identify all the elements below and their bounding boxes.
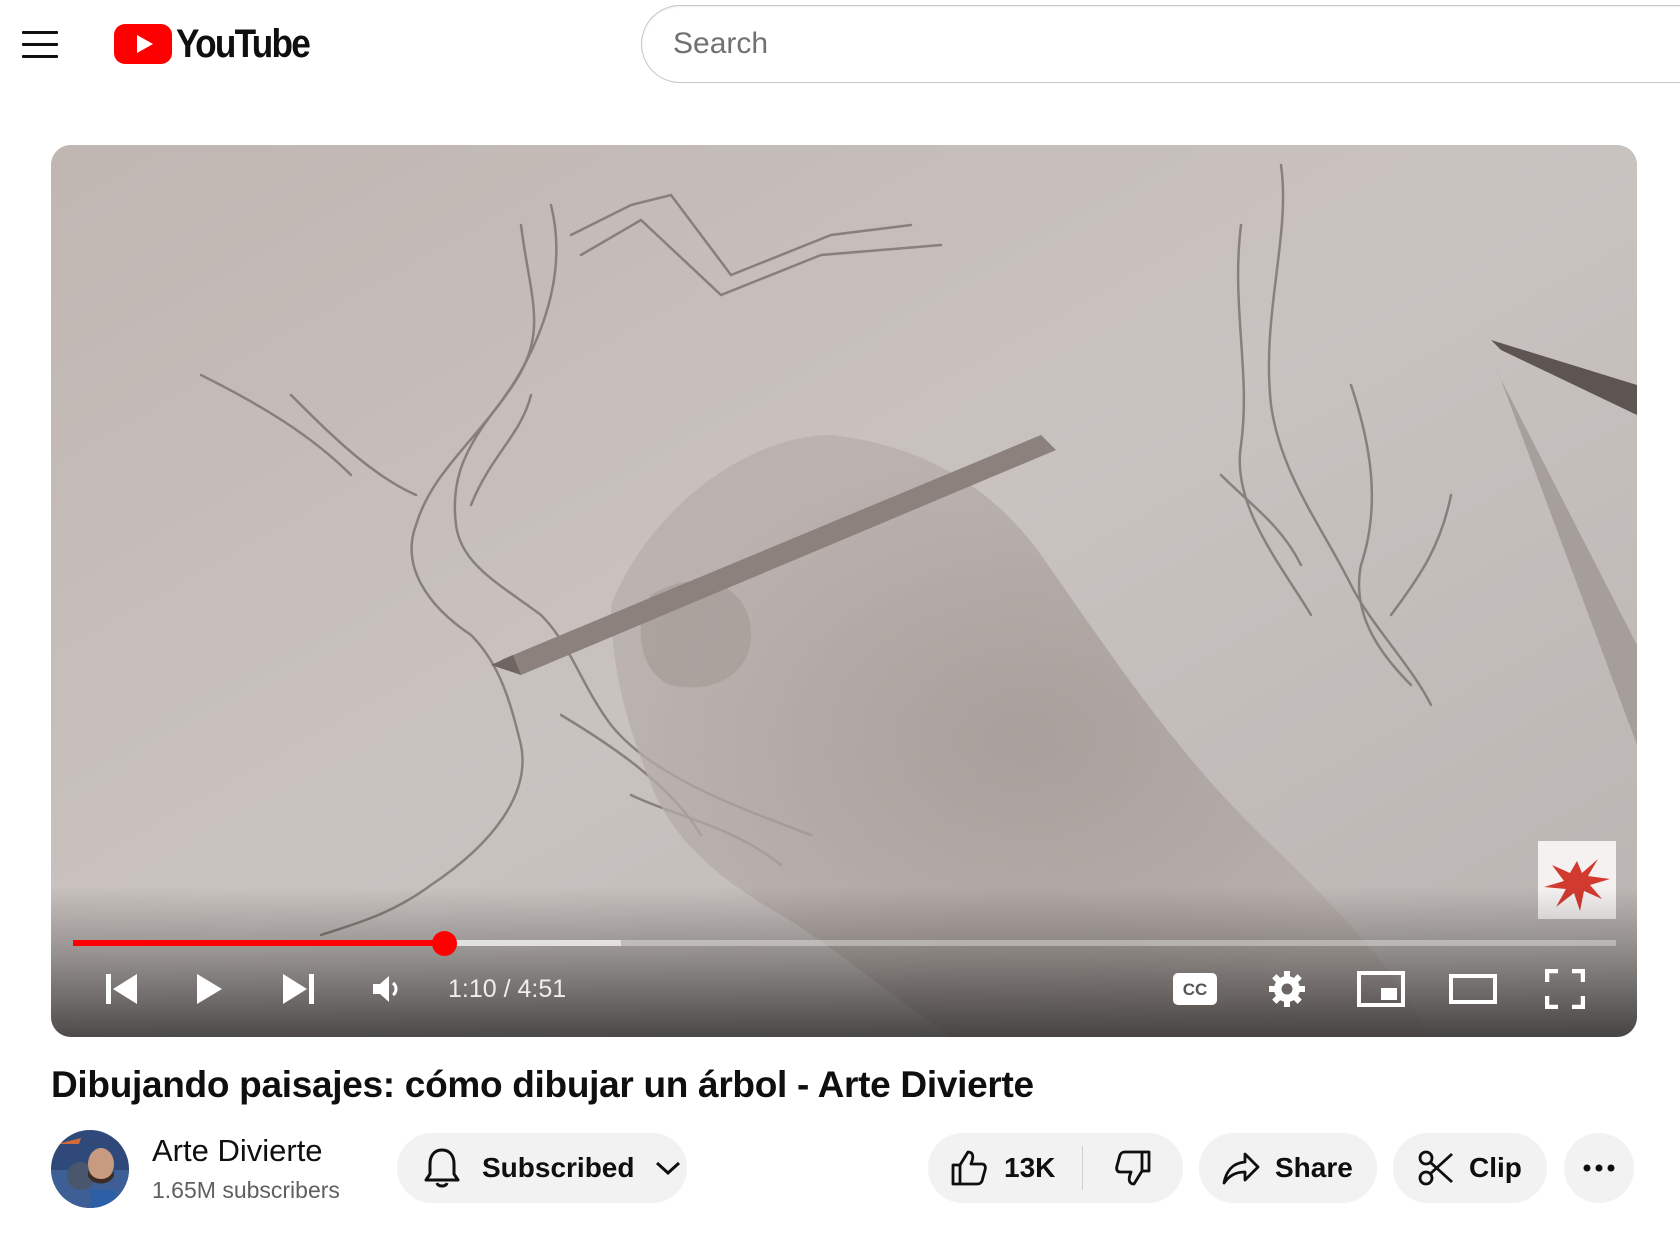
clip-label: Clip <box>1469 1152 1522 1183</box>
like-button[interactable]: 13K <box>928 1133 1082 1203</box>
play-button[interactable] <box>183 963 235 1015</box>
like-count: 13K <box>1004 1152 1056 1183</box>
scissors-icon <box>1418 1150 1453 1186</box>
thumbs-down-icon <box>1115 1150 1151 1186</box>
miniplayer-icon <box>1357 971 1405 1007</box>
hamburger-menu-icon[interactable] <box>22 24 66 64</box>
bell-icon <box>424 1148 460 1188</box>
dislike-button[interactable] <box>1083 1133 1183 1203</box>
fullscreen-icon <box>1545 969 1585 1009</box>
masthead: YouTube <box>0 0 1680 90</box>
captions-button[interactable]: CC <box>1167 963 1223 1015</box>
share-label: Share <box>1275 1152 1353 1183</box>
search-box[interactable] <box>641 5 1680 83</box>
youtube-play-logo-icon <box>114 24 172 64</box>
progress-bar[interactable] <box>73 931 1616 956</box>
settings-icon <box>1269 971 1305 1007</box>
channel-name[interactable]: Arte Divierte <box>152 1133 323 1169</box>
duration: 4:51 <box>517 975 567 1003</box>
logo-text: YouTube <box>176 21 311 66</box>
next-button[interactable] <box>272 963 324 1015</box>
subscribed-label: Subscribed <box>482 1152 635 1183</box>
subscribed-button[interactable]: Subscribed <box>397 1133 687 1203</box>
time-display: 1:10 / 4:51 <box>448 975 566 1004</box>
volume-button[interactable] <box>361 963 413 1015</box>
video-player[interactable]: 1:10 / 4:51 CC <box>51 145 1637 1037</box>
progress-played <box>73 940 445 946</box>
volume-icon <box>373 976 398 1002</box>
search-input[interactable] <box>642 6 1680 82</box>
svg-text:CC: CC <box>1183 980 1208 999</box>
youtube-logo[interactable]: YouTube <box>114 22 327 66</box>
more-horizontal-icon <box>1583 1164 1615 1172</box>
avatar-image <box>51 1130 129 1208</box>
play-icon <box>197 974 222 1004</box>
theater-mode-icon <box>1449 974 1497 1004</box>
like-dislike-group: 13K <box>928 1133 1183 1203</box>
current-time: 1:10 <box>448 975 497 1003</box>
progress-scrubber[interactable] <box>432 931 458 956</box>
next-icon <box>283 974 314 1004</box>
cc-icon: CC <box>1173 973 1217 1005</box>
theater-mode-button[interactable] <box>1445 963 1501 1015</box>
channel-avatar[interactable] <box>51 1130 129 1208</box>
fullscreen-button[interactable] <box>1539 963 1591 1015</box>
menu-line <box>22 54 58 58</box>
previous-icon <box>106 974 137 1004</box>
time-separator: / <box>496 975 518 1003</box>
share-icon <box>1222 1152 1260 1185</box>
menu-line <box>22 42 58 46</box>
thumbs-up-icon <box>951 1150 987 1186</box>
menu-line <box>22 30 58 34</box>
more-actions-button[interactable] <box>1564 1133 1634 1203</box>
video-title: Dibujando paisajes: cómo dibujar un árbo… <box>51 1064 1034 1105</box>
subscriber-count: 1.65M subscribers <box>152 1177 340 1203</box>
previous-button[interactable] <box>96 963 148 1015</box>
clip-button[interactable]: Clip <box>1393 1133 1547 1203</box>
miniplayer-button[interactable] <box>1353 963 1409 1015</box>
chevron-down-icon <box>656 1161 681 1176</box>
settings-button[interactable] <box>1261 963 1313 1015</box>
share-button[interactable]: Share <box>1199 1133 1377 1203</box>
